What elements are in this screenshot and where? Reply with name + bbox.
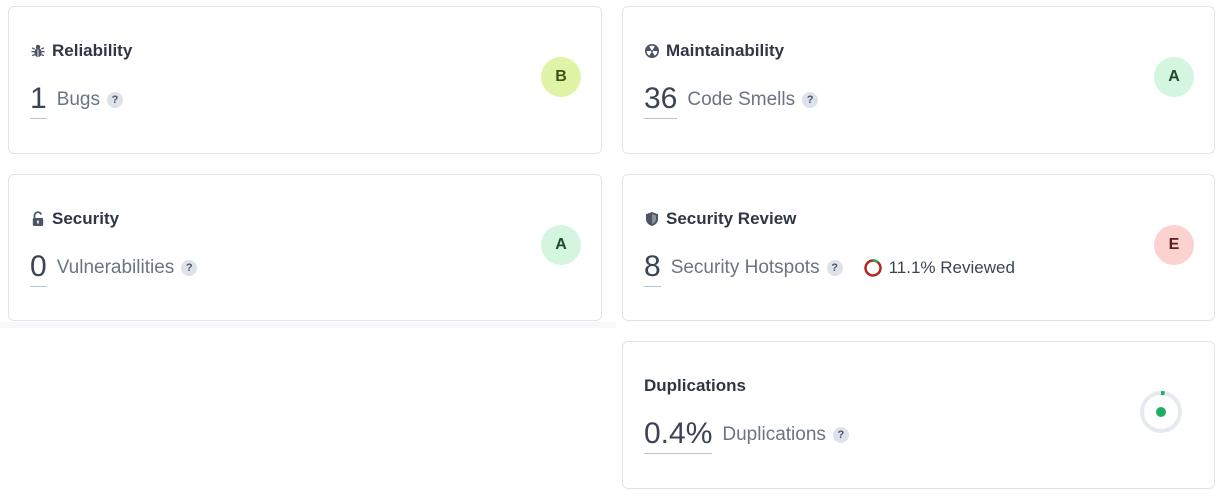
background-shade xyxy=(0,322,616,328)
reliability-metric: 1 Bugs ? xyxy=(30,81,123,119)
vulnerabilities-label: Vulnerabilities xyxy=(56,257,175,278)
hotspots-reviewed: 11.1% Reviewed xyxy=(863,258,1015,278)
hotspots-help-icon[interactable]: ? xyxy=(826,260,843,276)
maintainability-rating-badge[interactable]: A xyxy=(1154,57,1194,97)
security-card: Security 0 Vulnerabilities ? A xyxy=(8,174,602,321)
reviewed-progress-ring-icon xyxy=(863,259,882,277)
security-rating-badge[interactable]: A xyxy=(541,225,581,265)
duplications-help-icon[interactable]: ? xyxy=(832,427,849,443)
vulnerabilities-help-icon[interactable]: ? xyxy=(181,260,198,276)
maintainability-title-text: Maintainability xyxy=(666,41,785,60)
hotspots-label: Security Hotspots xyxy=(670,257,820,278)
security-title: Security xyxy=(30,209,119,229)
security-review-title: Security Review xyxy=(644,209,796,229)
duplications-ring-icon xyxy=(1140,391,1182,433)
duplications-card: Duplications 0.4% Duplications ? xyxy=(622,341,1215,489)
security-metric: 0 Vulnerabilities ? xyxy=(30,249,198,287)
code-smells-help-icon[interactable]: ? xyxy=(802,92,819,108)
reliability-title-text: Reliability xyxy=(52,41,133,60)
reviewed-percent-text: 11.1% Reviewed xyxy=(888,258,1015,277)
duplications-value-link[interactable]: 0.4% xyxy=(644,416,713,454)
reliability-card: Reliability 1 Bugs ? B xyxy=(8,6,602,154)
unlock-icon xyxy=(30,211,46,227)
maintainability-card: Maintainability 36 Code Smells ? A xyxy=(622,6,1215,154)
security-review-title-text: Security Review xyxy=(666,209,797,228)
hotspots-count-link[interactable]: 8 xyxy=(644,249,661,287)
code-smells-count-link[interactable]: 36 xyxy=(644,81,678,119)
duplications-title-text: Duplications xyxy=(644,376,747,395)
bugs-label: Bugs xyxy=(56,89,100,110)
duplications-metric: 0.4% Duplications ? xyxy=(644,416,849,454)
radiation-icon xyxy=(644,43,660,59)
security-review-metric: 8 Security Hotspots ? 11.1% Reviewed xyxy=(644,249,1015,287)
security-title-text: Security xyxy=(52,209,120,228)
bug-icon xyxy=(30,43,46,59)
security-review-rating-badge[interactable]: E xyxy=(1154,225,1194,265)
maintainability-metric: 36 Code Smells ? xyxy=(644,81,819,119)
bugs-count-link[interactable]: 1 xyxy=(30,81,47,119)
shield-icon xyxy=(644,211,660,227)
security-review-card: Security Review 8 Security Hotspots ? 11… xyxy=(622,174,1215,321)
reliability-rating-badge[interactable]: B xyxy=(541,57,581,97)
code-smells-label: Code Smells xyxy=(687,89,796,110)
reliability-title: Reliability xyxy=(30,41,132,61)
vulnerabilities-count-link[interactable]: 0 xyxy=(30,249,47,287)
maintainability-title: Maintainability xyxy=(644,41,784,61)
bugs-help-icon[interactable]: ? xyxy=(107,92,123,108)
duplications-label: Duplications xyxy=(722,424,826,445)
duplications-title: Duplications xyxy=(644,376,746,396)
